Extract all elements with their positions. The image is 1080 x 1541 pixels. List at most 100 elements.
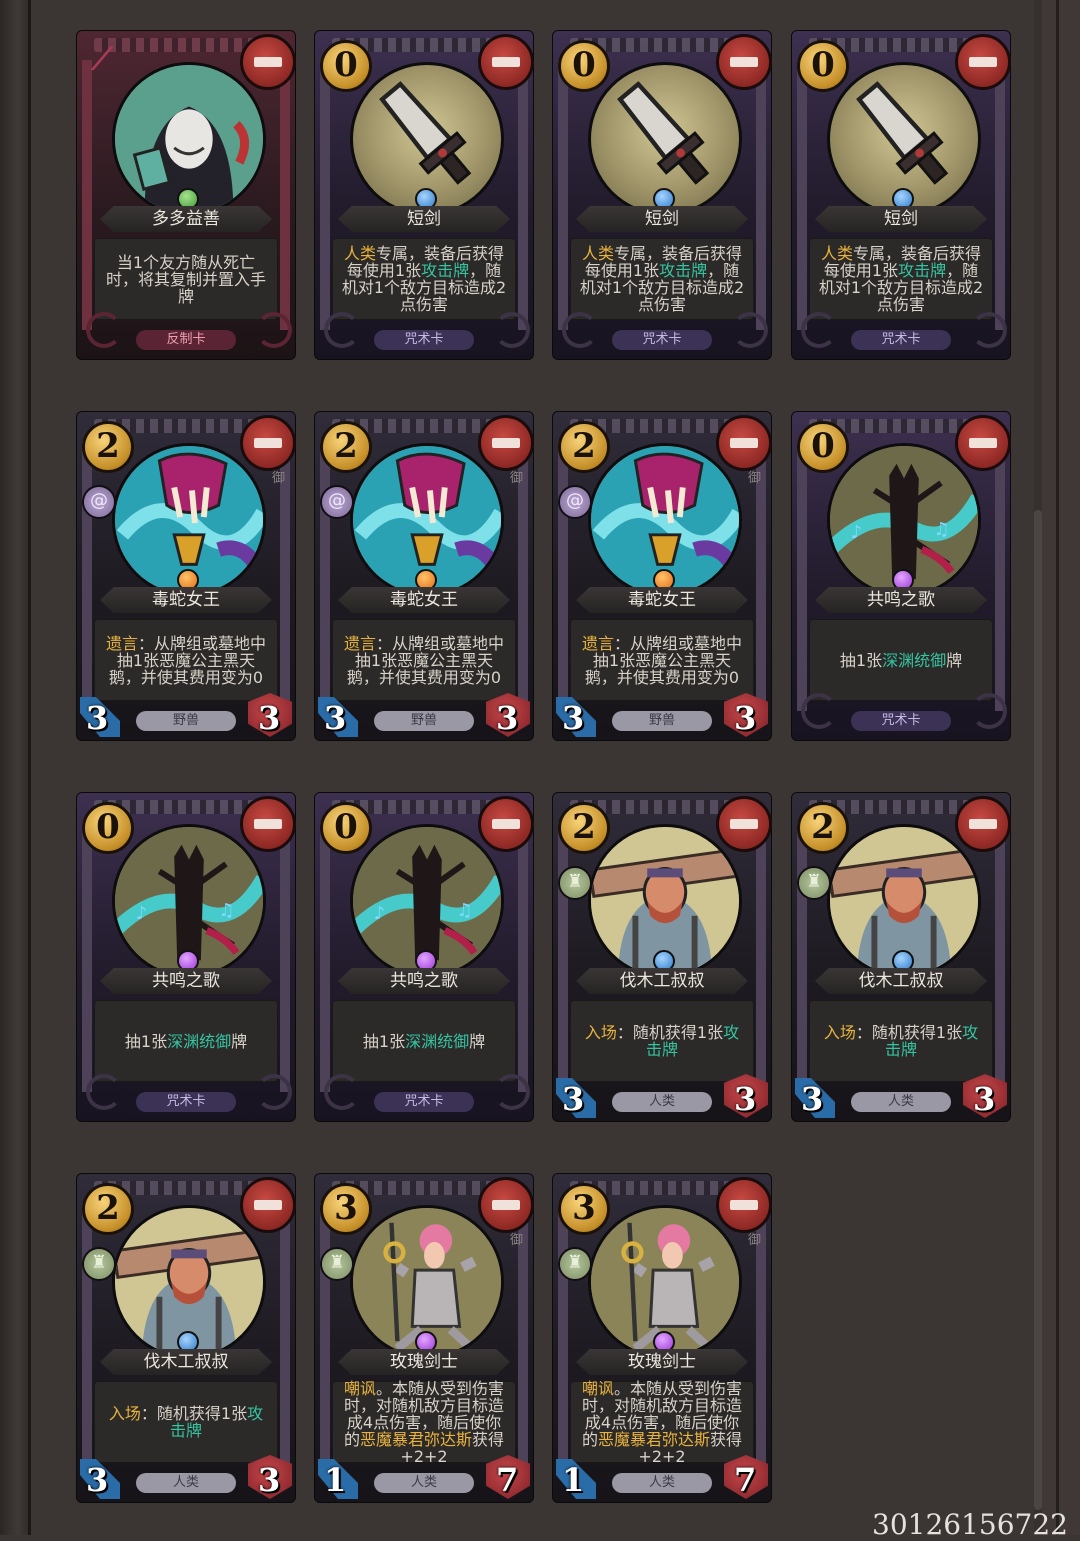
scrollbar-thumb[interactable] bbox=[1034, 510, 1042, 1510]
desc-segment: 抽1张 bbox=[362, 1031, 406, 1051]
card-name: 伐木工叔叔 bbox=[100, 1349, 272, 1375]
deck-card[interactable]: 3 ♜ 御玫瑰剑士 嘲讽。本随从受到伤害时，对随机敌方目标造成4点伤害，随后使你的恶魔… bbox=[314, 1173, 534, 1503]
desc-segment: 牌 bbox=[469, 1031, 486, 1051]
health-value: 3 bbox=[734, 699, 757, 737]
card-text-box: 人类专属，装备后获得每使用1张攻击牌，随机对1个敌方目标造成2点伤害 bbox=[332, 238, 516, 320]
card-type-label: 咒术卡 bbox=[374, 330, 474, 350]
remove-card-button[interactable] bbox=[955, 34, 1011, 90]
attack-value: 3 bbox=[562, 699, 585, 737]
desc-segment: 当1个友方随从死亡时，将其复制并置入手牌 bbox=[105, 252, 266, 306]
card-text-box: 人类专属，装备后获得每使用1张攻击牌，随机对1个敌方目标造成2点伤害 bbox=[809, 238, 993, 320]
cost-coin: 0 bbox=[797, 40, 849, 92]
remove-card-button[interactable] bbox=[478, 415, 534, 471]
desc-segment: 深渊统御 bbox=[405, 1031, 470, 1051]
remove-card-button[interactable] bbox=[478, 34, 534, 90]
remove-card-button[interactable] bbox=[716, 415, 772, 471]
card-name: 短剑 bbox=[338, 206, 510, 232]
card-text-box: 当1个友方随从死亡时，将其复制并置入手牌 bbox=[94, 238, 278, 320]
card-text-box: 人类专属，装备后获得每使用1张攻击牌，随机对1个敌方目标造成2点伤害 bbox=[570, 238, 754, 320]
card-text-box: 遗言：从牌组或墓地中抽1张恶魔公主黑天鹅，并使其费用变为0 bbox=[570, 619, 754, 701]
card-side-ornament bbox=[558, 1203, 568, 1473]
card-bottom-ornament bbox=[256, 312, 292, 348]
deck-card[interactable]: ♪ ♫ 0 共鸣之歌 抽1张深渊统御牌 咒术卡 bbox=[791, 411, 1011, 741]
card-bottom-ornament bbox=[86, 312, 122, 348]
svg-text:♫: ♫ bbox=[934, 520, 950, 540]
card-text-box: 嘲讽。本随从受到伤害时，对随机敌方目标造成4点伤害，随后使你的恶魔暴君弥达斯获得… bbox=[570, 1380, 754, 1465]
card-text-box: 嘲讽。本随从受到伤害时，对随机敌方目标造成4点伤害，随后使你的恶魔暴君弥达斯获得… bbox=[332, 1380, 516, 1465]
card-side-ornament bbox=[280, 1203, 290, 1473]
stump-keyword-icon: ♜ bbox=[82, 1247, 116, 1281]
deck-card[interactable]: 0 短剑 人类专属，装备后获得每使用1张攻击牌，随机对1个敌方目标造成2点伤害 咒术卡 bbox=[552, 30, 772, 360]
card-text-box: 入场：随机获得1张攻击牌 bbox=[809, 1000, 993, 1082]
card-description: 嘲讽。本随从受到伤害时，对随机敌方目标造成4点伤害，随后使你的恶魔暴君弥达斯获得… bbox=[577, 1380, 747, 1465]
card-text-box: 抽1张深渊统御牌 bbox=[94, 1000, 278, 1082]
card-side-ornament bbox=[797, 441, 807, 711]
card-side-ornament bbox=[320, 441, 330, 711]
deck-card[interactable]: 2 @ 御毒蛇女王 遗言：从牌组或墓地中抽1张恶魔公主黑天鹅，并使其费用变为0 野兽 3 3 bbox=[314, 411, 534, 741]
health-value: 7 bbox=[734, 1461, 757, 1499]
cost-coin: 0 bbox=[82, 802, 134, 854]
remove-card-button[interactable] bbox=[955, 796, 1011, 852]
remove-card-button[interactable] bbox=[478, 796, 534, 852]
desc-segment: 入场 bbox=[584, 1023, 617, 1042]
card-type-label: 人类 bbox=[851, 1092, 951, 1112]
card-name: 伐木工叔叔 bbox=[576, 968, 748, 994]
deck-card[interactable]: 3 ♜ 御玫瑰剑士 嘲讽。本随从受到伤害时，对随机敌方目标造成4点伤害，随后使你的恶魔… bbox=[552, 1173, 772, 1503]
deck-card[interactable]: 2 ♜ 伐木工叔叔 入场：随机获得1张攻击牌 人类 3 3 bbox=[552, 792, 772, 1122]
card-side-ornament bbox=[995, 60, 1005, 330]
card-bottom-ornament bbox=[562, 312, 598, 348]
deck-card[interactable]: 2 ♜ 伐木工叔叔 入场：随机获得1张攻击牌 人类 3 3 bbox=[791, 792, 1011, 1122]
card-description: 人类专属，装备后获得每使用1张攻击牌，随机对1个敌方目标造成2点伤害 bbox=[577, 245, 747, 313]
desc-segment: 抽1张 bbox=[839, 650, 883, 670]
cost-coin: 3 bbox=[558, 1183, 610, 1235]
card-name: 短剑 bbox=[815, 206, 987, 232]
card-side-ornament bbox=[82, 1203, 92, 1473]
remove-card-button[interactable] bbox=[716, 1177, 772, 1233]
card-side-ornament bbox=[995, 441, 1005, 711]
cost-coin: 0 bbox=[320, 40, 372, 92]
card-side-ornament bbox=[797, 60, 807, 330]
card-side-ornament bbox=[320, 822, 330, 1092]
remove-card-button[interactable] bbox=[478, 1177, 534, 1233]
spiral-keyword-icon: @ bbox=[82, 485, 116, 519]
deck-card[interactable]: 0 短剑人类专属，装备后获得每使用1张攻击牌，随机对1个敌方目标造成2点伤害咒术卡 bbox=[314, 30, 534, 360]
deck-card[interactable]: ♪ ♫ 0 共鸣之歌 抽1张深渊统御牌 咒术卡 bbox=[314, 792, 534, 1122]
health-value: 3 bbox=[496, 699, 519, 737]
card-type-label: 反制卡 bbox=[136, 330, 236, 350]
deck-card[interactable]: 2 ♜ 伐木工叔叔 入场：随机获得1张攻击牌 人类 3 3 bbox=[76, 1173, 296, 1503]
deck-card[interactable]: 0 短剑 人类专属，装备后获得每使用1张攻击牌，随机对1个敌方目标造成2点伤害 咒术卡 bbox=[791, 30, 1011, 360]
remove-card-button[interactable] bbox=[240, 34, 296, 90]
card-name: 毒蛇女王 bbox=[100, 587, 272, 613]
card-description: 人类专属，装备后获得每使用1张攻击牌，随机对1个敌方目标造成2点伤害 bbox=[816, 245, 986, 313]
deck-card[interactable]: ♪ ♫ 0 共鸣之歌 抽1张深渊统御牌 咒术卡 bbox=[76, 792, 296, 1122]
card-bottom-ornament bbox=[801, 312, 837, 348]
card-description: 抽1张深渊统御牌 bbox=[339, 1033, 509, 1050]
card-side-ornament bbox=[320, 60, 330, 330]
desc-segment: 入场 bbox=[823, 1023, 856, 1042]
card-name: 共鸣之歌 bbox=[815, 587, 987, 613]
deck-card[interactable]: 2 @ 御毒蛇女王 遗言：从牌组或墓地中抽1张恶魔公主黑天鹅，并使其费用变为0 野兽 3 3 bbox=[552, 411, 772, 741]
counter-faction-icon: ⟋ bbox=[91, 42, 113, 77]
card-type-label: 咒术卡 bbox=[136, 1092, 236, 1112]
remove-card-button[interactable] bbox=[716, 34, 772, 90]
remove-card-button[interactable] bbox=[955, 415, 1011, 471]
desc-segment: 牌 bbox=[231, 1031, 248, 1051]
card-name: 短剑 bbox=[576, 206, 748, 232]
card-name: 毒蛇女王 bbox=[576, 587, 748, 613]
watermark-id: 30126156722 bbox=[872, 1508, 1068, 1541]
deck-card[interactable]: 2 @ 御毒蛇女王 遗言：从牌组或墓地中抽1张恶魔公主黑天鹅，并使其费用变为0 野兽 3 3 bbox=[76, 411, 296, 741]
desc-segment: 牌 bbox=[946, 650, 963, 670]
desc-segment: 深渊统御 bbox=[167, 1031, 232, 1051]
card-bottom-ornament bbox=[971, 312, 1007, 348]
cost-coin: 2 bbox=[82, 1183, 134, 1235]
stump-keyword-icon: ♜ bbox=[558, 1247, 592, 1281]
cost-coin: 0 bbox=[320, 802, 372, 854]
remove-card-button[interactable] bbox=[240, 796, 296, 852]
remove-card-button[interactable] bbox=[716, 796, 772, 852]
card-description: 抽1张深渊统御牌 bbox=[816, 652, 986, 669]
remove-card-button[interactable] bbox=[240, 415, 296, 471]
remove-card-button[interactable] bbox=[240, 1177, 296, 1233]
stump-keyword-icon: ♜ bbox=[320, 1247, 354, 1281]
deck-card[interactable]: ⟋ 多多益善 当1个友方随从死亡时，将其复制并置入手牌 反制卡 bbox=[76, 30, 296, 360]
card-side-ornament bbox=[558, 441, 568, 711]
